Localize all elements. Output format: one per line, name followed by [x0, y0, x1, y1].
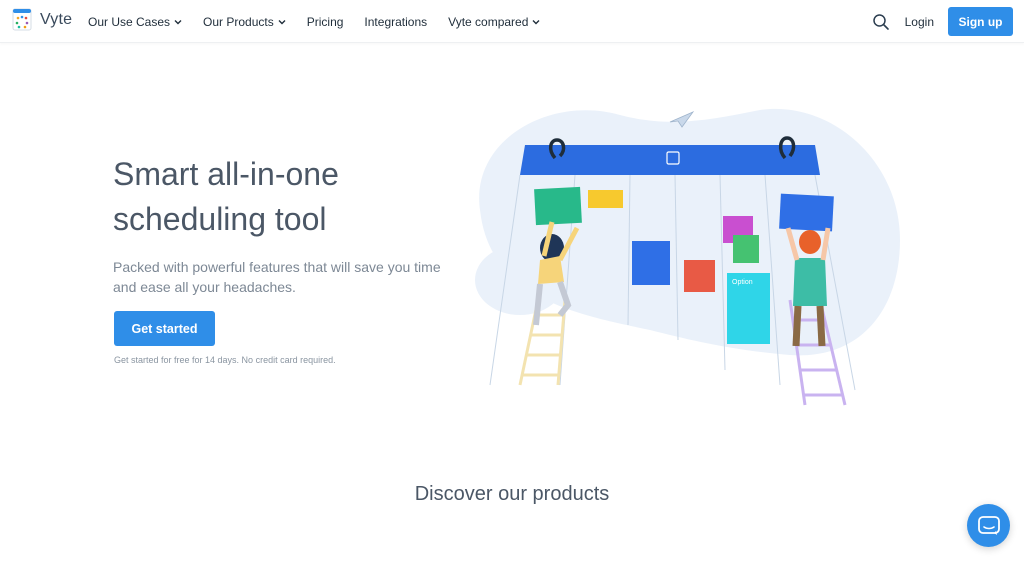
trial-note: Get started for free for 14 days. No cre… — [114, 355, 336, 365]
chevron-down-icon — [174, 19, 182, 24]
chat-icon — [977, 515, 1000, 535]
nav-use-cases-label: Our Use Cases — [88, 14, 171, 29]
note-option-label: Option — [732, 279, 753, 286]
get-started-button[interactable]: Get started — [114, 311, 215, 346]
vyte-logo-icon — [12, 8, 32, 31]
top-navbar: Vyte Our Use Cases Our Products Pricing … — [0, 0, 1024, 43]
hero-illustration: Option — [475, 108, 900, 406]
nav-use-cases[interactable]: Our Use Cases — [88, 15, 182, 29]
note-green — [733, 235, 759, 263]
signup-button[interactable]: Sign up — [948, 7, 1013, 36]
hero-subtitle: Packed with powerful features that will … — [113, 259, 441, 295]
nav-integrations-label: Integrations — [364, 14, 428, 29]
main-nav: Our Use Cases Our Products Pricing Integ… — [88, 0, 561, 43]
nav-integrations[interactable]: Integrations — [364, 15, 427, 29]
note-yellow — [588, 190, 623, 208]
nav-vyte-compared-label: Vyte compared — [448, 14, 529, 29]
login-link[interactable]: Login — [905, 15, 934, 29]
nav-products-label: Our Products — [203, 14, 274, 29]
nav-products[interactable]: Our Products — [203, 15, 286, 29]
brand-logo[interactable]: Vyte — [12, 8, 72, 32]
brand-name: Vyte — [40, 11, 73, 28]
discover-products-heading: Discover our products — [414, 483, 610, 505]
note-red — [684, 260, 715, 292]
chat-launcher[interactable] — [967, 504, 1010, 547]
hero-title: Smart all-in-one scheduling tool — [113, 156, 339, 237]
header-actions: Login Sign up — [872, 7, 1013, 36]
nav-pricing-label: Pricing — [306, 14, 344, 29]
chevron-down-icon — [532, 19, 540, 24]
search-icon[interactable] — [872, 13, 890, 31]
chevron-down-icon — [278, 19, 286, 24]
nav-vyte-compared[interactable]: Vyte compared — [448, 15, 540, 29]
nav-pricing[interactable]: Pricing — [307, 15, 344, 29]
note-blue — [632, 241, 670, 285]
